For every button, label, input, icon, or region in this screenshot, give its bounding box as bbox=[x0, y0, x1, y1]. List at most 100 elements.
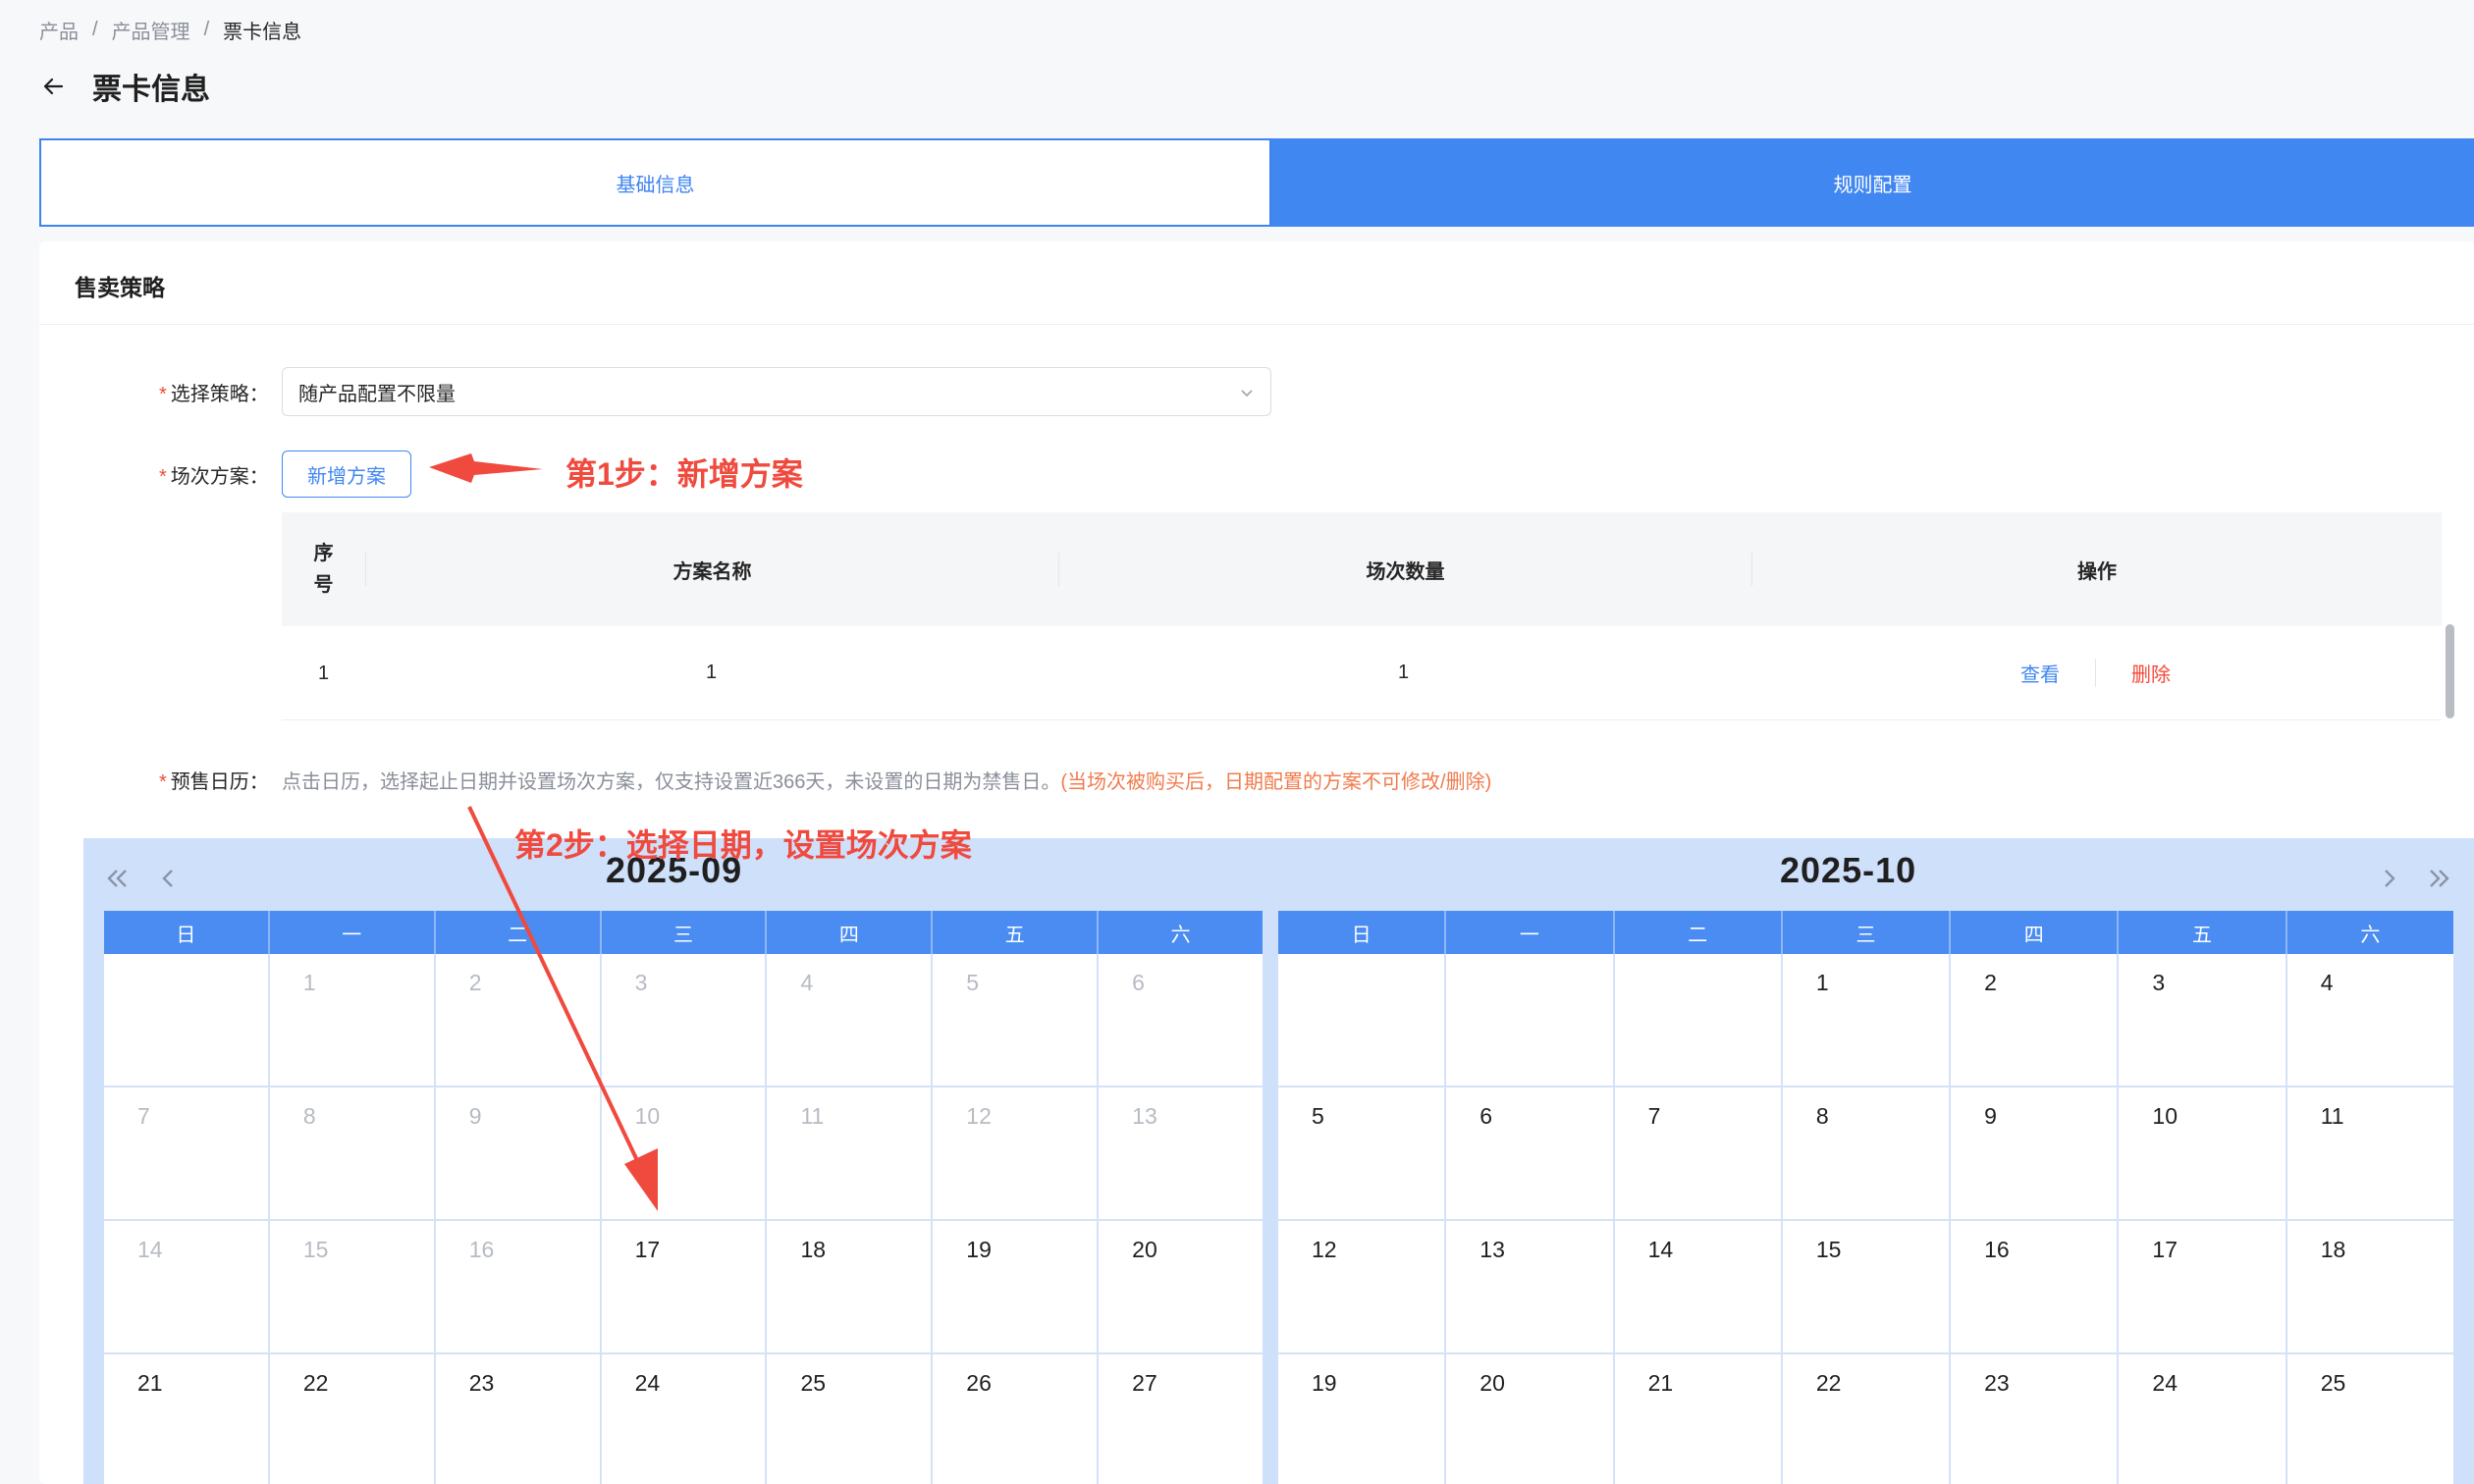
weekday-label: 五 bbox=[933, 911, 1100, 954]
weekday-label: 四 bbox=[1951, 911, 2120, 954]
strategy-select-value: 随产品配置不限量 bbox=[298, 383, 456, 405]
calendar-day-cell bbox=[104, 954, 270, 1087]
calendar-day-cell[interactable]: 5 bbox=[1278, 1087, 1447, 1221]
calendar-day-cell[interactable]: 4 bbox=[2286, 954, 2453, 1087]
calendar-day-cell[interactable]: 19 bbox=[1278, 1354, 1447, 1484]
calendar-day-cell[interactable]: 20 bbox=[1099, 1221, 1264, 1354]
breadcrumb-item-product-management[interactable]: 产品管理 bbox=[112, 16, 190, 44]
delete-link[interactable]: 删除 bbox=[2095, 659, 2206, 687]
weekday-header: 日一二三四五 六 bbox=[104, 911, 1263, 954]
calendar-day-cell[interactable]: 24 bbox=[2119, 1354, 2287, 1484]
calendar-day-cell[interactable]: 3 bbox=[601, 954, 768, 1087]
calendar-day-cell[interactable]: 7 bbox=[1614, 1087, 1783, 1221]
calendar-day-cell[interactable]: 26 bbox=[933, 1354, 1100, 1484]
breadcrumb-item-product[interactable]: 产品 bbox=[39, 16, 79, 44]
calendar-hint: 点击日历，选择起止日期并设置场次方案，仅支持设置近366天，未设置的日期为禁售日… bbox=[282, 766, 1491, 794]
calendar-day-cell[interactable]: 9 bbox=[435, 1087, 602, 1221]
calendar-day-cell[interactable]: 27 bbox=[1099, 1354, 1263, 1484]
chevron-down-icon bbox=[1241, 390, 1253, 398]
calendar-day-cell[interactable]: 7 bbox=[104, 1087, 270, 1221]
calendar-day-cell[interactable]: 3 bbox=[2119, 954, 2287, 1087]
calendar-day-cell[interactable]: 19 bbox=[933, 1221, 1100, 1354]
calendar-week-row: 5 6 7 8 9 10 11 bbox=[1278, 1087, 2453, 1221]
calendar-day-cell[interactable]: 16 bbox=[1951, 1221, 2120, 1354]
calendar-day-cell[interactable]: 13 bbox=[1099, 1087, 1264, 1221]
calendar-day-cell[interactable]: 23 bbox=[436, 1354, 602, 1484]
calendar-day-cell[interactable]: 8 bbox=[1782, 1087, 1952, 1221]
calendar-day-cell[interactable]: 14 bbox=[104, 1221, 270, 1354]
calendar-day-cell[interactable]: 25 bbox=[2287, 1354, 2453, 1484]
calendar-day-cell[interactable]: 11 bbox=[2286, 1087, 2453, 1221]
next-month-icon[interactable] bbox=[2370, 862, 2409, 895]
page-title: 票卡信息 bbox=[92, 74, 210, 106]
calendar-day-cell[interactable]: 17 bbox=[601, 1221, 768, 1354]
tab-rule-config[interactable]: 规则配置 bbox=[1271, 138, 2474, 227]
calendar-day-cell[interactable]: 2 bbox=[435, 954, 602, 1087]
calendar-day-cell[interactable]: 18 bbox=[767, 1221, 934, 1354]
calendar-day-cell[interactable]: 8 bbox=[269, 1087, 436, 1221]
calendar-day-cell[interactable]: 12 bbox=[933, 1087, 1100, 1221]
page-root: { "breadcrumb": {"items": ["产品", "产品管理",… bbox=[0, 0, 2474, 1484]
plan-table: 序号 方案名称 场次数量 操作 1 1 1 查看 删除 bbox=[282, 512, 2442, 720]
header-plan-name: 方案名称 bbox=[672, 560, 752, 583]
calendar-day-cell[interactable]: 12 bbox=[1278, 1221, 1447, 1354]
header-operation: 操作 bbox=[2077, 560, 2117, 583]
calendar-day-cell[interactable]: 22 bbox=[1783, 1354, 1952, 1484]
calendar-day-cell[interactable]: 1 bbox=[1782, 954, 1952, 1087]
calendar-week-row: 12 13 14 15 16 17 18 bbox=[1278, 1221, 2453, 1354]
calendar-day-cell[interactable]: 25 bbox=[767, 1354, 934, 1484]
calendar-day-cell[interactable]: 2 bbox=[1951, 954, 2120, 1087]
plan-label-text: 场次方案： bbox=[170, 466, 269, 488]
calendar-day-cell[interactable]: 17 bbox=[2119, 1221, 2287, 1354]
calendar-day-cell[interactable]: 10 bbox=[601, 1087, 768, 1221]
calendar-label-text: 预售日历： bbox=[170, 771, 269, 793]
calendar-day-cell[interactable]: 9 bbox=[1951, 1087, 2120, 1221]
calendar-day-cell[interactable]: 23 bbox=[1951, 1354, 2120, 1484]
calendar-day-cell[interactable]: 15 bbox=[1782, 1221, 1952, 1354]
calendar-day-cell[interactable]: 14 bbox=[1614, 1221, 1783, 1354]
calendar-day-cell[interactable]: 22 bbox=[270, 1354, 436, 1484]
calendar-day-cell[interactable]: 13 bbox=[1446, 1221, 1615, 1354]
calendar-day-cell[interactable]: 18 bbox=[2286, 1221, 2453, 1354]
prev-month-icon[interactable] bbox=[148, 862, 188, 895]
month-title-oct: 2025-10 bbox=[1780, 850, 1917, 890]
calendar-month-oct: 日一二三四五六 1 2 3 4 5 6 7 8 9 10 11 12 13 14 15 16 17 18 19 20 21… bbox=[1278, 911, 2453, 1484]
table-scrollbar[interactable] bbox=[2446, 624, 2454, 718]
calendar-day-cell[interactable]: 24 bbox=[602, 1354, 768, 1484]
calendar-day-cell[interactable]: 1 bbox=[269, 954, 436, 1087]
add-plan-button[interactable]: 新增方案 bbox=[282, 450, 411, 498]
calendar-week-row: 14 15 16 17 18 19 20 bbox=[104, 1221, 1264, 1354]
calendar-day-cell[interactable]: 6 bbox=[1446, 1087, 1615, 1221]
calendar-month-sep: 日一二三四五六 1 2 3 4 5 6 7 8 9 10 11 12 13 14 15 16 17 18 19 20 21… bbox=[104, 911, 1264, 1484]
calendar-warning: (当场次被购买后，日期配置的方案不可修改/删除) bbox=[1060, 771, 1492, 793]
calendar-day-cell bbox=[1614, 954, 1783, 1087]
next-year-icon[interactable] bbox=[2420, 862, 2459, 895]
calendar-day-cell[interactable]: 4 bbox=[767, 954, 934, 1087]
header-index: 序号 bbox=[313, 543, 334, 596]
view-link[interactable]: 查看 bbox=[1985, 659, 2095, 687]
calendar-day-cell[interactable]: 16 bbox=[435, 1221, 602, 1354]
weekday-label: 三 bbox=[1783, 911, 1952, 954]
plan-label: * 场次方案： bbox=[159, 466, 269, 488]
calendar-day-cell[interactable]: 21 bbox=[1615, 1354, 1783, 1484]
tab-basic-info[interactable]: 基础信息 bbox=[39, 138, 1271, 227]
calendar-day-cell[interactable]: 10 bbox=[2119, 1087, 2287, 1221]
calendar-day-cell[interactable]: 6 bbox=[1099, 954, 1264, 1087]
calendar-day-cell[interactable]: 15 bbox=[269, 1221, 436, 1354]
calendar-day-cell[interactable]: 21 bbox=[104, 1354, 270, 1484]
tab-bar: 基础信息 规则配置 bbox=[39, 138, 2474, 227]
calendar-day-cell[interactable]: 20 bbox=[1446, 1354, 1615, 1484]
strategy-select[interactable]: 随产品配置不限量 bbox=[282, 367, 1271, 416]
strategy-label: * 选择策略： bbox=[159, 384, 269, 405]
weekday-label: 二 bbox=[1615, 911, 1783, 954]
weekday-label: 五 bbox=[2119, 911, 2287, 954]
weekday-label: 四 bbox=[767, 911, 934, 954]
section-title: 售卖策略 bbox=[75, 275, 165, 300]
calendar-day-cell[interactable]: 11 bbox=[767, 1087, 934, 1221]
divider bbox=[39, 324, 2474, 325]
prev-year-icon[interactable] bbox=[97, 862, 136, 895]
weekday-label: 一 bbox=[270, 911, 436, 954]
calendar-day-cell[interactable]: 5 bbox=[933, 954, 1100, 1087]
weekday-label: 六 bbox=[2360, 924, 2381, 946]
arrow-left-icon[interactable] bbox=[39, 73, 67, 100]
